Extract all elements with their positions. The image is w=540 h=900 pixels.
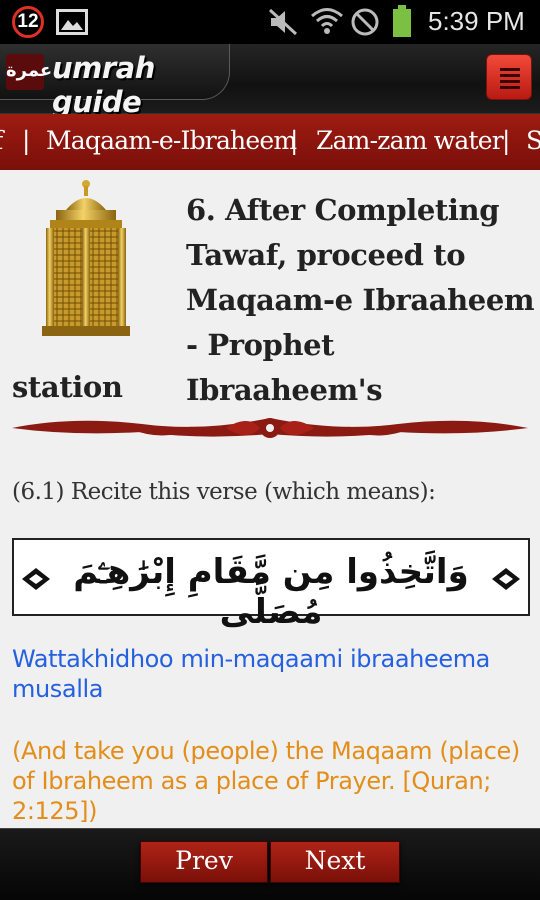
notification-count-badge: 12: [12, 6, 44, 38]
verse-box: وَاتَّخِذُوا مِن مَّقَامِ إِبْرَٰهِـۧمَ …: [12, 538, 530, 632]
bottom-navigation: Prev Next: [0, 828, 540, 900]
topic-separator: |: [290, 126, 299, 155]
topic-item-maqaam-e-ibraheem[interactable]: Maqaam-e-Ibraheem: [46, 126, 297, 155]
topic-item-next[interactable]: S: [526, 126, 540, 155]
menu-icon: [500, 68, 520, 71]
menu-icon: [500, 86, 520, 89]
topic-separator: |: [22, 126, 31, 155]
logo-mark: عمرة: [6, 54, 52, 90]
menu-icon: [500, 80, 520, 83]
content-area[interactable]: 6. After Completing Tawaf, proceed to Ma…: [0, 170, 540, 828]
verse-arabic: وَاتَّخِذُوا مِن مَّقَامِ إِبْرَٰهِـۧمَ …: [73, 552, 469, 632]
app-title: umrah guide: [52, 51, 155, 119]
maqaam-ibraheem-image: [42, 180, 130, 336]
app-header: عمرة umrah guide: [0, 44, 540, 119]
prev-button[interactable]: Prev: [140, 841, 268, 883]
next-button[interactable]: Next: [270, 841, 400, 883]
menu-icon: [500, 74, 520, 77]
verse-ornament-icon: [22, 568, 50, 590]
verse-ornament-icon: [492, 568, 520, 590]
app-logo[interactable]: عمرة umrah guide: [0, 44, 230, 119]
topic-separator: |: [502, 126, 511, 155]
topic-nav: f | Maqaam-e-Ibraheem | Zam-zam water | …: [0, 114, 540, 170]
mute-icon: [268, 8, 298, 36]
verse-translation: (And take you (people) the Maqaam (place…: [12, 737, 520, 825]
wifi-icon: [311, 8, 343, 34]
topic-item-prev[interactable]: f: [0, 126, 3, 155]
battery-icon: [393, 5, 411, 37]
gallery-icon: [56, 9, 88, 35]
step-title: 6. After Completing Tawaf, proceed to Ma…: [186, 193, 535, 407]
topic-item-zam-zam-water[interactable]: Zam-zam water: [316, 126, 504, 155]
menu-button[interactable]: [486, 54, 532, 100]
step-title-continuation: station: [12, 370, 123, 404]
verse-transliteration: Wattakhidhoo min-maqaami ibraaheema musa…: [12, 645, 490, 703]
do-not-disturb-icon: [351, 8, 379, 36]
ornamental-divider: [12, 418, 528, 438]
status-bar: 12 5:39 PM: [0, 0, 540, 44]
instruction-text: (6.1) Recite this verse (which means):: [12, 479, 436, 505]
clock: 5:39 PM: [428, 6, 525, 36]
